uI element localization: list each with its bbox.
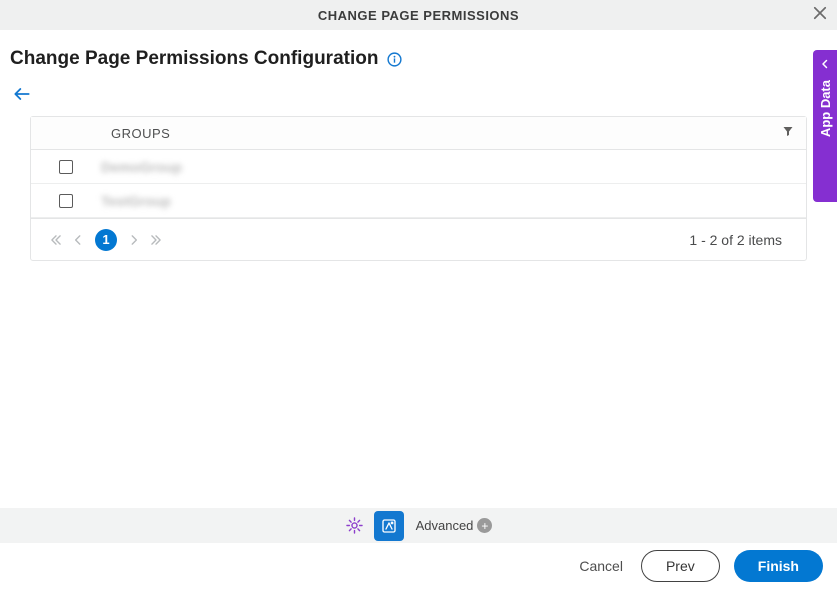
chevrons-right-icon bbox=[149, 233, 163, 247]
table-row[interactable]: TestGroup bbox=[31, 184, 806, 218]
row-checkbox-cell bbox=[31, 194, 101, 208]
pager-next-button[interactable] bbox=[123, 233, 145, 247]
row-checkbox-cell bbox=[31, 160, 101, 174]
info-icon[interactable] bbox=[386, 51, 403, 68]
pager-prev-button[interactable] bbox=[67, 233, 89, 247]
bottom-toolbar: Advanced + bbox=[0, 508, 837, 543]
gear-icon bbox=[345, 516, 364, 535]
row-checkbox[interactable] bbox=[59, 194, 73, 208]
chevron-right-icon bbox=[127, 233, 141, 247]
group-name-cell: TestGroup bbox=[101, 193, 171, 209]
row-checkbox[interactable] bbox=[59, 160, 73, 174]
layout-button[interactable] bbox=[374, 511, 404, 541]
pagination-bar: 1 1 - 2 of 2 items bbox=[31, 218, 806, 260]
pager-last-button[interactable] bbox=[145, 233, 167, 247]
finish-button[interactable]: Finish bbox=[734, 550, 823, 582]
pager-first-button[interactable] bbox=[45, 233, 67, 247]
chevron-left-icon bbox=[819, 58, 831, 70]
filter-button[interactable] bbox=[782, 124, 794, 143]
app-data-panel-toggle[interactable]: App Data bbox=[813, 50, 837, 202]
advanced-label-text: Advanced bbox=[416, 518, 474, 533]
groups-table: GROUPS DemoGroup TestGroup 1 1 - 2 of 2 … bbox=[30, 116, 807, 261]
arrow-left-icon bbox=[12, 84, 32, 104]
chevrons-left-icon bbox=[49, 233, 63, 247]
plus-circle-icon: + bbox=[477, 518, 492, 533]
app-data-label: App Data bbox=[818, 80, 833, 137]
table-header-row: GROUPS bbox=[31, 117, 806, 150]
page-title-row: Change Page Permissions Configuration bbox=[0, 30, 837, 80]
table-row[interactable]: DemoGroup bbox=[31, 150, 806, 184]
page-title: Change Page Permissions Configuration bbox=[10, 48, 378, 70]
groups-column-header[interactable]: GROUPS bbox=[101, 126, 170, 141]
group-name-cell: DemoGroup bbox=[101, 159, 182, 175]
settings-button[interactable] bbox=[345, 516, 364, 535]
close-button[interactable] bbox=[811, 4, 829, 27]
back-button[interactable] bbox=[0, 80, 44, 116]
layout-icon bbox=[380, 517, 398, 535]
prev-button[interactable]: Prev bbox=[641, 550, 720, 582]
current-page-badge[interactable]: 1 bbox=[95, 229, 117, 251]
filter-icon bbox=[782, 124, 794, 138]
advanced-toggle[interactable]: Advanced + bbox=[416, 518, 493, 533]
dialog-header: CHANGE PAGE PERMISSIONS bbox=[0, 0, 837, 30]
footer-button-row: Cancel Prev Finish bbox=[575, 550, 823, 582]
chevron-left-icon bbox=[71, 233, 85, 247]
cancel-button[interactable]: Cancel bbox=[575, 552, 627, 580]
dialog-title: CHANGE PAGE PERMISSIONS bbox=[318, 8, 519, 23]
pagination-info: 1 - 2 of 2 items bbox=[689, 232, 792, 248]
close-icon bbox=[811, 4, 829, 22]
